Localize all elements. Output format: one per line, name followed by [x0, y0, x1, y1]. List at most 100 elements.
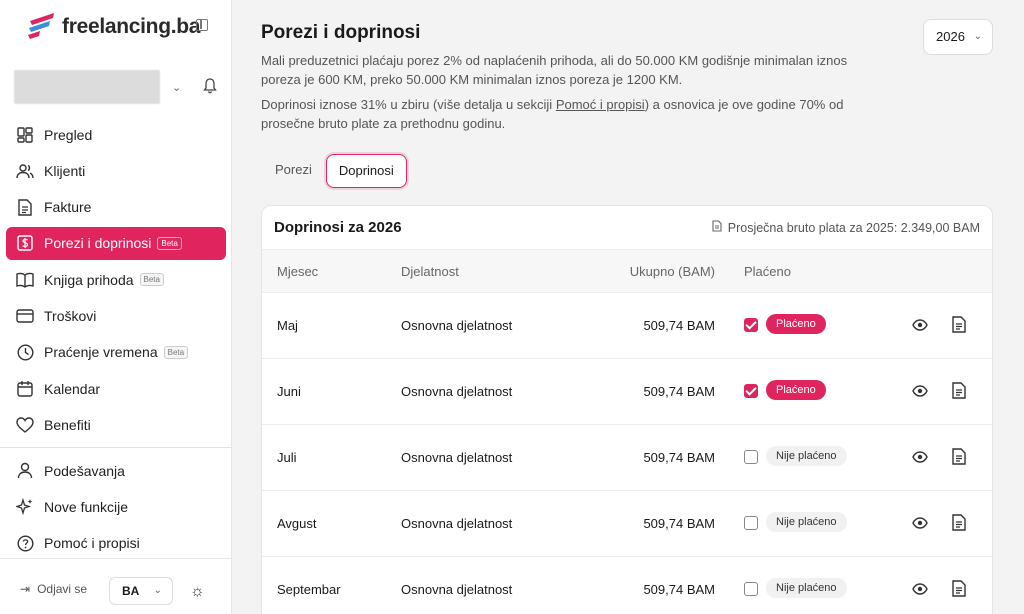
nav-label: Praćenje vremena [44, 344, 158, 361]
main-content: Porezi i doprinosi Mali preduzetnici pla… [233, 0, 1024, 614]
brand-logo[interactable]: freelancing.ba [26, 10, 216, 44]
tab-bar: Porezi Doprinosi [263, 153, 409, 189]
account-name-redacted [14, 70, 160, 104]
users-icon [16, 162, 34, 180]
row-activity: Osnovna djelatnost [401, 450, 513, 465]
row-activity: Osnovna djelatnost [401, 384, 513, 399]
tab-doprinosi[interactable]: Doprinosi [325, 154, 407, 188]
brand-mark-icon [28, 13, 54, 39]
eye-icon[interactable] [912, 383, 928, 399]
desc-text: Doprinosi iznose 31% u zbiru (više detal… [261, 97, 556, 112]
nav-item-pregled[interactable]: Pregled [6, 118, 226, 151]
nav-label: Porezi i doprinosi [44, 235, 152, 252]
nav-item-fakture[interactable]: Fakture [6, 191, 226, 224]
nav-item-pracenje-vremena[interactable]: Praćenje vremena Beta [6, 336, 226, 369]
calendar-icon [16, 380, 34, 398]
sparkles-icon [16, 498, 34, 516]
year-select[interactable]: 2026 ⌄ [923, 19, 993, 55]
document-icon[interactable] [952, 316, 966, 333]
table-row: Septembar Osnovna djelatnost 509,74 BAM Nij… [262, 557, 992, 614]
nav-item-klijenti[interactable]: Klijenti [6, 154, 226, 187]
eye-icon[interactable] [912, 449, 928, 465]
document-icon[interactable] [952, 448, 966, 465]
tab-porezi[interactable]: Porezi [263, 154, 324, 188]
nav-label: Klijenti [44, 162, 86, 179]
logout-label: Odjavi se [37, 582, 88, 596]
nav-label: Troškovi [44, 307, 97, 324]
chevron-down-icon[interactable]: ⌄ [172, 81, 181, 94]
account-switcher[interactable]: ⌄ [14, 70, 224, 104]
row-month: Septembar [277, 582, 341, 597]
nav-item-pomoc-i-propisi[interactable]: Pomoć i propisi [6, 527, 226, 560]
row-activity: Osnovna djelatnost [401, 318, 513, 333]
beta-badge: Beta [139, 273, 164, 287]
average-salary-info: Prosječna bruto plata za 2025: 2.349,00 … [712, 220, 980, 235]
column-month: Mjesec [277, 264, 319, 279]
nav-item-knjiga-prihoda[interactable]: Knjiga prihoda Beta [6, 263, 226, 296]
nav-item-benefiti[interactable]: Benefiti [6, 408, 226, 441]
logout-button[interactable]: ⇥ Odjavi se [20, 582, 87, 596]
average-salary-text: Prosječna bruto plata za 2025: 2.349,00 … [727, 220, 980, 235]
eye-icon[interactable] [912, 581, 928, 597]
paid-checkbox[interactable] [744, 384, 758, 398]
document-icon[interactable] [952, 382, 966, 399]
bell-icon[interactable] [203, 78, 217, 94]
status-badge: Nije plaćeno [766, 578, 847, 598]
table-header: Mjesec Djelatnost Ukupno (BAM) Plaćeno [262, 250, 992, 293]
nav-divider [0, 447, 232, 449]
row-activity: Osnovna djelatnost [401, 582, 513, 597]
paid-checkbox[interactable] [744, 318, 758, 332]
column-total: Ukupno (BAM) [629, 264, 715, 279]
clock-icon [16, 343, 34, 361]
row-total: 509,74 BAM [643, 384, 715, 399]
collapse-sidebar-icon[interactable] [196, 19, 208, 31]
paid-checkbox[interactable] [744, 516, 758, 530]
status-badge: Plaćeno [766, 380, 826, 400]
status-badge: Nije plaćeno [766, 512, 847, 532]
paid-checkbox[interactable] [744, 450, 758, 464]
row-month: Juni [277, 384, 301, 399]
row-total: 509,74 BAM [643, 582, 715, 597]
nav-label: Nove funkcije [44, 499, 129, 516]
document-icon [712, 220, 722, 235]
table-row: Juli Osnovna djelatnost 509,74 BAM Nije pla… [262, 425, 992, 491]
nav-item-troskovi[interactable]: Troškovi [6, 299, 226, 332]
sidebar: freelancing.ba ⌄ Pregled Klijenti Faktur… [0, 0, 232, 614]
chevron-down-icon: ⌄ [153, 585, 162, 596]
nav-item-kalendar[interactable]: Kalendar [6, 372, 226, 405]
paid-checkbox[interactable] [744, 582, 758, 596]
help-link[interactable]: Pomoć i propisi [556, 97, 645, 112]
document-icon [16, 198, 34, 216]
row-total: 509,74 BAM [643, 318, 715, 333]
status-badge: Nije plaćeno [766, 446, 847, 466]
nav-item-porezi-i-doprinosi[interactable]: Porezi i doprinosi Beta [6, 226, 226, 260]
main-nav: Pregled Klijenti Fakture Porezi i doprin… [0, 118, 232, 563]
sun-icon[interactable]: ☼ [190, 583, 205, 601]
book-open-icon [16, 271, 34, 289]
heart-icon [16, 416, 34, 434]
tax-description: Mali preduzetnici plaćaju porez 2% od na… [261, 53, 848, 87]
chevron-down-icon: ⌄ [973, 31, 982, 42]
sidebar-footer: ⇥ Odjavi se BA ⌄ ☼ [0, 558, 232, 614]
status-badge: Plaćeno [766, 314, 826, 334]
nav-label: Benefiti [44, 416, 91, 433]
dollar-square-icon [16, 234, 34, 252]
language-select[interactable]: BA ⌄ [109, 577, 173, 605]
document-icon[interactable] [952, 514, 966, 531]
eye-icon[interactable] [912, 515, 928, 531]
nav-label: Kalendar [44, 380, 101, 397]
row-month: Avgust [277, 516, 317, 531]
nav-item-podesavanja[interactable]: Podešavanja [6, 454, 226, 487]
nav-label: Podešavanja [44, 462, 125, 479]
contributions-card: Doprinosi za 2026 Prosječna bruto plata … [261, 205, 993, 614]
nav-item-nove-funkcije[interactable]: Nove funkcije [6, 491, 226, 524]
nav-label: Pomoć i propisi [44, 535, 140, 552]
table-row: Maj Osnovna djelatnost 509,74 BAM Plaćeno [262, 293, 992, 359]
help-circle-icon [16, 534, 34, 552]
eye-icon[interactable] [912, 317, 928, 333]
contributions-description: Doprinosi iznose 31% u zbiru (više detal… [261, 95, 881, 133]
column-activity: Djelatnost [401, 264, 459, 279]
row-activity: Osnovna djelatnost [401, 516, 513, 531]
year-value: 2026 [936, 29, 965, 44]
document-icon[interactable] [952, 580, 966, 597]
